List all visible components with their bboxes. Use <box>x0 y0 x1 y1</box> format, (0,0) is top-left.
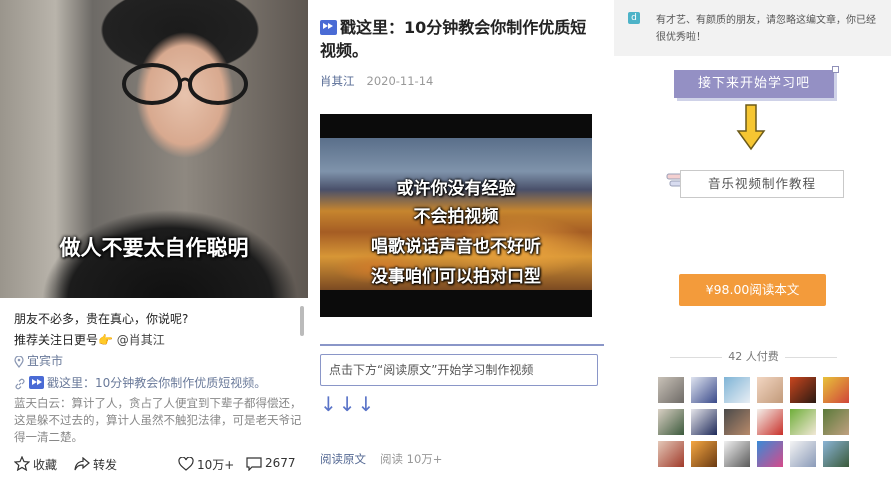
payers-count: 42 人付费 <box>728 350 779 363</box>
avatar[interactable] <box>691 377 717 403</box>
notice-card: d 有才艺、有颜质的朋友，请忽略这编文章，你已经很优秀啦！ <box>614 0 891 56</box>
location-pin-icon <box>14 355 24 368</box>
post-line-1: 朋友不必多，贵在真心，你说呢? <box>14 312 189 326</box>
comment-count: 2677 <box>265 456 296 470</box>
author-link[interactable]: 肖其江 <box>320 74 355 88</box>
avatar[interactable] <box>790 377 816 403</box>
comment-icon <box>246 456 262 471</box>
article-title-text: 戳这里：10分钟教会你制作优质短视频。 <box>320 18 587 60</box>
avatar[interactable] <box>823 441 849 467</box>
video-frame[interactable]: 做人不要太自作聪明 <box>0 0 308 298</box>
link-icon <box>15 378 25 389</box>
avatar[interactable] <box>823 377 849 403</box>
post-body: 蓝天白云：算计了人，贪占了人便宜到下辈子都得偿还，这是躲不过去的，算计人虽然不触… <box>14 396 302 444</box>
location-text: 宜宾市 <box>27 354 64 368</box>
fast-forward-icon <box>320 20 337 35</box>
banner-handle <box>832 66 839 73</box>
follow-text: 推荐关注日更号 <box>14 333 99 347</box>
avatar[interactable] <box>757 377 783 403</box>
star-icon <box>14 456 30 471</box>
divider-line <box>320 344 604 346</box>
avatar[interactable] <box>691 409 717 435</box>
article-meta: 肖其江 2020-11-14 <box>320 73 433 89</box>
article-link-row[interactable]: 戳这里：10分钟教会你制作优质短视频。 <box>14 374 266 391</box>
avatar[interactable] <box>658 409 684 435</box>
start-learning-banner: 接下来开始学习吧 <box>674 70 834 98</box>
video-subtitle-2: 不会拍视频 <box>413 207 499 227</box>
share-button[interactable]: 转发 <box>74 456 117 472</box>
avatar[interactable] <box>757 409 783 435</box>
scrollbar[interactable] <box>300 306 304 336</box>
avatar[interactable] <box>823 409 849 435</box>
share-label: 转发 <box>93 458 118 472</box>
like-count: 10万+ <box>197 458 235 472</box>
notice-badge: d <box>628 12 640 24</box>
article-title: 戳这里：10分钟教会你制作优质短视频。 <box>320 16 602 62</box>
post-line-2: 推荐关注日更号👉 @肖其江 <box>14 331 165 348</box>
read-count: 阅读 10万+ <box>380 452 443 466</box>
avatar[interactable] <box>724 409 750 435</box>
favorite-button[interactable]: 收藏 <box>14 456 57 472</box>
video-subtitle-3: 唱歌说话声音也不好听 <box>371 237 541 257</box>
payers-count-row: 42 人付费 <box>612 348 895 364</box>
video-post-panel: 做人不要太自作聪明 朋友不必多，贵在真心，你说呢? 推荐关注日更号👉 @肖其江 … <box>0 0 308 486</box>
avatar[interactable] <box>790 441 816 467</box>
avatar[interactable] <box>658 441 684 467</box>
pointing-hand-icon: 👉 <box>98 333 113 347</box>
cta-box: 点击下方“阅读原文”开始学习制作视频 <box>320 354 598 386</box>
avatar[interactable] <box>757 441 783 467</box>
video-caption: 做人不要太自作聪明 <box>59 236 249 260</box>
video-subtitle-4: 没事咱们可以拍对口型 <box>371 267 541 287</box>
article-footer: 阅读原文 阅读 10万+ <box>320 451 442 467</box>
article-panel: 戳这里：10分钟教会你制作优质短视频。 肖其江 2020-11-14 或许你没有经… <box>308 0 608 486</box>
notice-text: 有才艺、有颜质的朋友，请忽略这编文章，你已经很优秀啦！ <box>656 15 876 43</box>
share-arrow-icon <box>74 456 90 470</box>
avatar[interactable] <box>658 377 684 403</box>
video-subtitle-1: 或许你没有经验 <box>396 179 516 199</box>
pay-to-read-button[interactable]: ¥98.00阅读本文 <box>679 274 826 306</box>
down-arrow-icon <box>736 104 766 151</box>
embedded-video[interactable]: 或许你没有经验 不会拍视频 唱歌说话声音也不好听 没事咱们可以拍对口型 <box>320 114 592 317</box>
action-bar: 收藏 转发 10万+ 2677 <box>14 456 304 476</box>
course-tag: 音乐视频制作教程 <box>680 170 844 198</box>
divider-left <box>670 356 723 358</box>
mention-link[interactable]: @肖其江 <box>117 333 165 347</box>
avatar[interactable] <box>691 441 717 467</box>
fast-forward-icon <box>29 376 44 389</box>
avatar[interactable] <box>790 409 816 435</box>
article-link-text: 戳这里：10分钟教会你制作优质短视频。 <box>47 376 267 390</box>
favorite-label: 收藏 <box>33 458 58 472</box>
paywall-panel: d 有才艺、有颜质的朋友，请忽略这编文章，你已经很优秀啦！ 接下来开始学习吧 音… <box>612 0 895 486</box>
glasses-figure <box>122 63 248 105</box>
avatar[interactable] <box>724 377 750 403</box>
avatar[interactable] <box>724 441 750 467</box>
heart-icon <box>178 456 194 471</box>
like-button[interactable]: 10万+ <box>178 456 234 472</box>
read-original-link[interactable]: 阅读原文 <box>320 452 366 466</box>
publish-date: 2020-11-14 <box>366 74 434 88</box>
down-arrows-icon: ↓↓↓ <box>320 392 377 416</box>
location-row[interactable]: 宜宾市 <box>14 352 63 369</box>
comment-button[interactable]: 2677 <box>246 456 296 471</box>
divider-right <box>784 356 837 358</box>
